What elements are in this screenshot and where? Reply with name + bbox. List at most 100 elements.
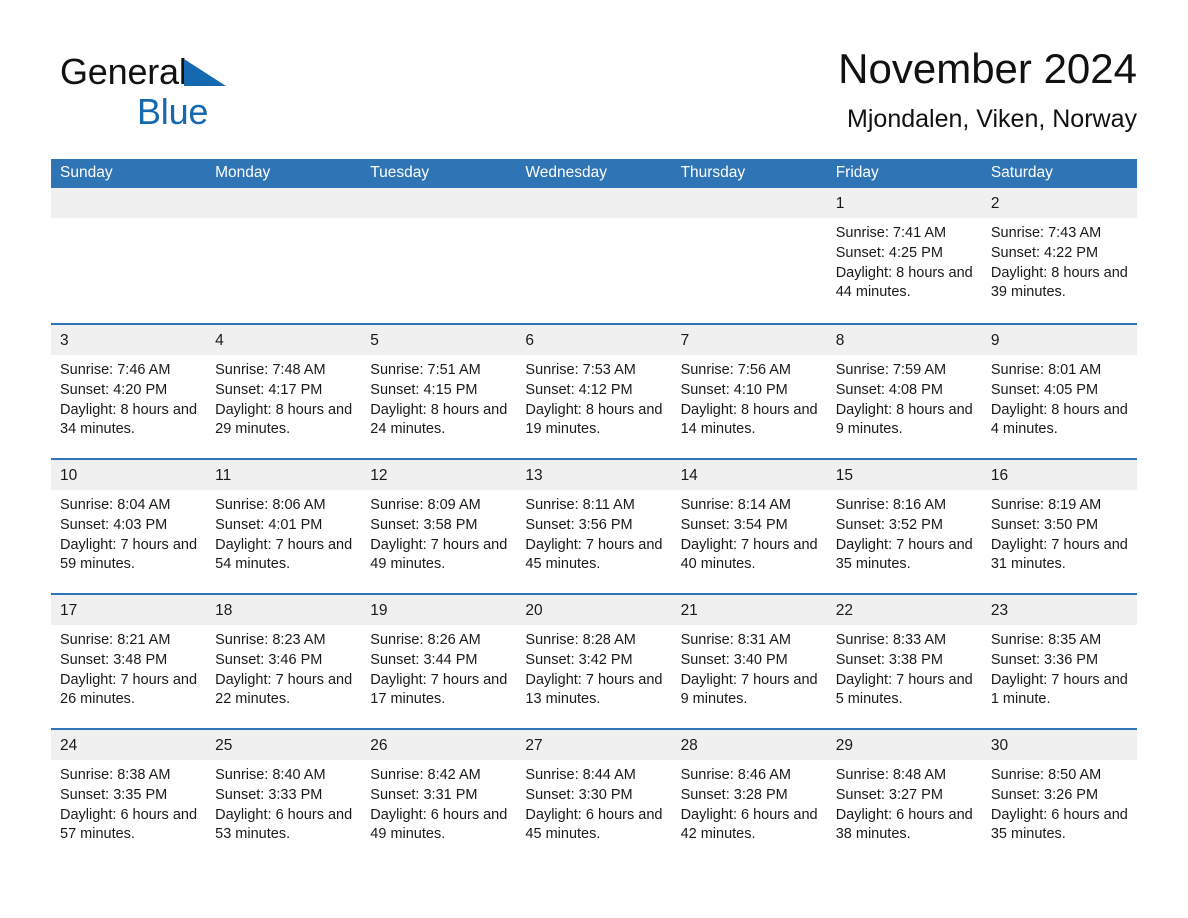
day-number bbox=[361, 188, 517, 218]
day-details: Sunrise: 8:09 AM Sunset: 3:58 PM Daylight:… bbox=[361, 490, 516, 575]
sunset-text: Sunset: 4:03 PM bbox=[60, 516, 168, 533]
day-cell[interactable]: 14 Sunrise: 8:14 AM Sunset: 3:54 PM Dayligh… bbox=[671, 458, 827, 593]
daylight-text: Daylight: 8 hours and 9 minutes. bbox=[835, 401, 973, 438]
day-cell[interactable]: 23 Sunrise: 8:35 AM Sunset: 3:36 PM Dayligh… bbox=[981, 593, 1137, 728]
sunrise-text: Sunrise: 8:33 AM bbox=[835, 632, 947, 648]
daylight-text: Daylight: 8 hours and 14 minutes. bbox=[680, 401, 818, 438]
day-cell[interactable]: 11 Sunrise: 8:06 AM Sunset: 4:01 PM Dayligh… bbox=[206, 458, 362, 593]
calendar-cell: 22 Sunrise: 8:33 AM Sunset: 3:38 PM Dayligh… bbox=[826, 593, 982, 728]
sunrise-text: Sunrise: 8:42 AM bbox=[370, 767, 481, 783]
sunrise-text: Sunrise: 8:19 AM bbox=[990, 497, 1102, 513]
day-cell[interactable]: 18 Sunrise: 8:23 AM Sunset: 3:46 PM Dayligh… bbox=[206, 593, 362, 728]
day-number: 1 bbox=[826, 188, 982, 218]
day-number: 9 bbox=[981, 325, 1137, 355]
day-details: Sunrise: 7:41 AM Sunset: 4:25 PM Daylight:… bbox=[827, 218, 982, 303]
sunrise-text: Sunrise: 8:44 AM bbox=[525, 767, 636, 783]
day-details: Sunrise: 8:11 AM Sunset: 3:56 PM Daylight:… bbox=[516, 490, 671, 575]
sunset-text: Sunset: 3:50 PM bbox=[990, 516, 1099, 533]
calendar-cell: 3 Sunrise: 7:46 AM Sunset: 4:20 PM Daylight… bbox=[51, 323, 207, 458]
weekday-header-wednesday: Wednesday bbox=[516, 159, 672, 188]
day-cell[interactable]: 27 Sunrise: 8:44 AM Sunset: 3:30 PM Dayligh… bbox=[516, 728, 672, 863]
day-number: 27 bbox=[516, 730, 672, 760]
sunrise-text: Sunrise: 8:40 AM bbox=[215, 767, 326, 783]
day-cell[interactable]: 25 Sunrise: 8:40 AM Sunset: 3:33 PM Dayligh… bbox=[206, 728, 362, 863]
day-number: 11 bbox=[206, 460, 362, 490]
day-cell[interactable]: 3 Sunrise: 7:46 AM Sunset: 4:20 PM Daylight… bbox=[51, 323, 207, 458]
calendar-cell: 28 Sunrise: 8:46 AM Sunset: 3:28 PM Dayligh… bbox=[671, 728, 827, 863]
day-cell[interactable]: 17 Sunrise: 8:21 AM Sunset: 3:48 PM Dayligh… bbox=[51, 593, 207, 728]
sunset-text: Sunset: 3:26 PM bbox=[990, 786, 1099, 803]
weekday-header-monday: Monday bbox=[206, 159, 362, 188]
calendar-cell: 29 Sunrise: 8:48 AM Sunset: 3:27 PM Dayligh… bbox=[826, 728, 982, 863]
daylight-text: Daylight: 7 hours and 5 minutes. bbox=[835, 671, 973, 708]
day-cell[interactable]: 24 Sunrise: 8:38 AM Sunset: 3:35 PM Dayligh… bbox=[51, 728, 207, 863]
sunset-text: Sunset: 4:01 PM bbox=[215, 516, 323, 533]
day-number: 2 bbox=[981, 188, 1137, 218]
day-number: 28 bbox=[671, 730, 827, 760]
brand-logo[interactable]: General Blue bbox=[60, 54, 320, 138]
calendar-grid: Sunday Monday Tuesday Wednesday Thursday… bbox=[51, 159, 1137, 863]
day-details: Sunrise: 7:56 AM Sunset: 4:10 PM Daylight:… bbox=[672, 355, 827, 440]
day-cell[interactable]: 10 Sunrise: 8:04 AM Sunset: 4:03 PM Dayligh… bbox=[51, 458, 207, 593]
day-number: 24 bbox=[51, 730, 207, 760]
sunset-text: Sunset: 4:17 PM bbox=[215, 381, 323, 398]
calendar-cell bbox=[361, 188, 517, 323]
daylight-text: Daylight: 8 hours and 44 minutes. bbox=[835, 264, 973, 301]
day-cell[interactable]: 28 Sunrise: 8:46 AM Sunset: 3:28 PM Dayligh… bbox=[671, 728, 827, 863]
day-cell[interactable]: 6 Sunrise: 7:53 AM Sunset: 4:12 PM Daylight… bbox=[516, 323, 672, 458]
day-cell[interactable]: 5 Sunrise: 7:51 AM Sunset: 4:15 PM Daylight… bbox=[361, 323, 517, 458]
day-details: Sunrise: 8:04 AM Sunset: 4:03 PM Daylight:… bbox=[51, 490, 206, 575]
day-cell[interactable]: 8 Sunrise: 7:59 AM Sunset: 4:08 PM Daylight… bbox=[826, 323, 982, 458]
day-number: 4 bbox=[206, 325, 362, 355]
day-cell[interactable]: 13 Sunrise: 8:11 AM Sunset: 3:56 PM Dayligh… bbox=[516, 458, 672, 593]
day-cell[interactable]: 4 Sunrise: 7:48 AM Sunset: 4:17 PM Daylight… bbox=[206, 323, 362, 458]
day-number bbox=[206, 188, 362, 218]
day-cell[interactable]: 16 Sunrise: 8:19 AM Sunset: 3:50 PM Dayligh… bbox=[981, 458, 1137, 593]
day-number bbox=[516, 188, 672, 218]
day-cell[interactable]: 2 Sunrise: 7:43 AM Sunset: 4:22 PM Daylight… bbox=[981, 188, 1137, 323]
day-details: Sunrise: 8:26 AM Sunset: 3:44 PM Daylight:… bbox=[361, 625, 516, 710]
day-cell[interactable]: 9 Sunrise: 8:01 AM Sunset: 4:05 PM Daylight… bbox=[981, 323, 1137, 458]
daylight-text: Daylight: 8 hours and 39 minutes. bbox=[990, 264, 1128, 301]
day-number: 12 bbox=[361, 460, 517, 490]
calendar-cell bbox=[516, 188, 672, 323]
day-cell-empty bbox=[516, 188, 672, 323]
calendar-cell: 27 Sunrise: 8:44 AM Sunset: 3:30 PM Dayligh… bbox=[516, 728, 672, 863]
calendar-body: 1 Sunrise: 7:41 AM Sunset: 4:25 PM Daylight… bbox=[51, 188, 1137, 863]
day-cell[interactable]: 15 Sunrise: 8:16 AM Sunset: 3:52 PM Dayligh… bbox=[826, 458, 982, 593]
daylight-text: Daylight: 7 hours and 35 minutes. bbox=[835, 536, 973, 573]
day-details: Sunrise: 8:19 AM Sunset: 3:50 PM Daylight:… bbox=[982, 490, 1137, 575]
sunset-text: Sunset: 3:31 PM bbox=[370, 786, 478, 803]
daylight-text: Daylight: 6 hours and 53 minutes. bbox=[215, 806, 353, 843]
day-cell[interactable]: 19 Sunrise: 8:26 AM Sunset: 3:44 PM Dayligh… bbox=[361, 593, 517, 728]
day-details: Sunrise: 8:01 AM Sunset: 4:05 PM Daylight:… bbox=[982, 355, 1137, 440]
day-cell[interactable]: 12 Sunrise: 8:09 AM Sunset: 3:58 PM Dayligh… bbox=[361, 458, 517, 593]
day-cell[interactable]: 29 Sunrise: 8:48 AM Sunset: 3:27 PM Dayligh… bbox=[826, 728, 982, 863]
weekday-header-thursday: Thursday bbox=[671, 159, 827, 188]
day-cell[interactable]: 26 Sunrise: 8:42 AM Sunset: 3:31 PM Dayligh… bbox=[361, 728, 517, 863]
day-cell[interactable]: 7 Sunrise: 7:56 AM Sunset: 4:10 PM Daylight… bbox=[671, 323, 827, 458]
day-cell[interactable]: 21 Sunrise: 8:31 AM Sunset: 3:40 PM Dayligh… bbox=[671, 593, 827, 728]
day-number: 13 bbox=[516, 460, 672, 490]
day-details: Sunrise: 7:48 AM Sunset: 4:17 PM Daylight:… bbox=[206, 355, 361, 440]
sunset-text: Sunset: 4:05 PM bbox=[990, 381, 1099, 398]
day-cell[interactable]: 30 Sunrise: 8:50 AM Sunset: 3:26 PM Dayligh… bbox=[981, 728, 1137, 863]
weekday-header-saturday: Saturday bbox=[981, 159, 1137, 188]
day-details: Sunrise: 8:48 AM Sunset: 3:27 PM Daylight:… bbox=[827, 760, 982, 845]
calendar-cell: 6 Sunrise: 7:53 AM Sunset: 4:12 PM Daylight… bbox=[516, 323, 672, 458]
sunrise-text: Sunrise: 8:28 AM bbox=[525, 632, 636, 648]
day-details: Sunrise: 8:38 AM Sunset: 3:35 PM Daylight:… bbox=[51, 760, 206, 845]
day-cell[interactable]: 22 Sunrise: 8:33 AM Sunset: 3:38 PM Dayligh… bbox=[826, 593, 982, 728]
daylight-text: Daylight: 7 hours and 1 minute. bbox=[990, 671, 1128, 708]
calendar-cell: 8 Sunrise: 7:59 AM Sunset: 4:08 PM Daylight… bbox=[826, 323, 982, 458]
day-cell[interactable]: 1 Sunrise: 7:41 AM Sunset: 4:25 PM Daylight… bbox=[826, 188, 982, 323]
sunrise-text: Sunrise: 8:14 AM bbox=[680, 497, 791, 513]
sunrise-text: Sunrise: 8:01 AM bbox=[990, 362, 1102, 378]
calendar-cell: 11 Sunrise: 8:06 AM Sunset: 4:01 PM Dayligh… bbox=[206, 458, 362, 593]
sunset-text: Sunset: 4:15 PM bbox=[370, 381, 478, 398]
day-cell-empty bbox=[206, 188, 362, 323]
day-cell[interactable]: 20 Sunrise: 8:28 AM Sunset: 3:42 PM Dayligh… bbox=[516, 593, 672, 728]
day-number: 19 bbox=[361, 595, 517, 625]
calendar-cell: 4 Sunrise: 7:48 AM Sunset: 4:17 PM Daylight… bbox=[206, 323, 362, 458]
calendar-cell: 16 Sunrise: 8:19 AM Sunset: 3:50 PM Dayligh… bbox=[981, 458, 1137, 593]
